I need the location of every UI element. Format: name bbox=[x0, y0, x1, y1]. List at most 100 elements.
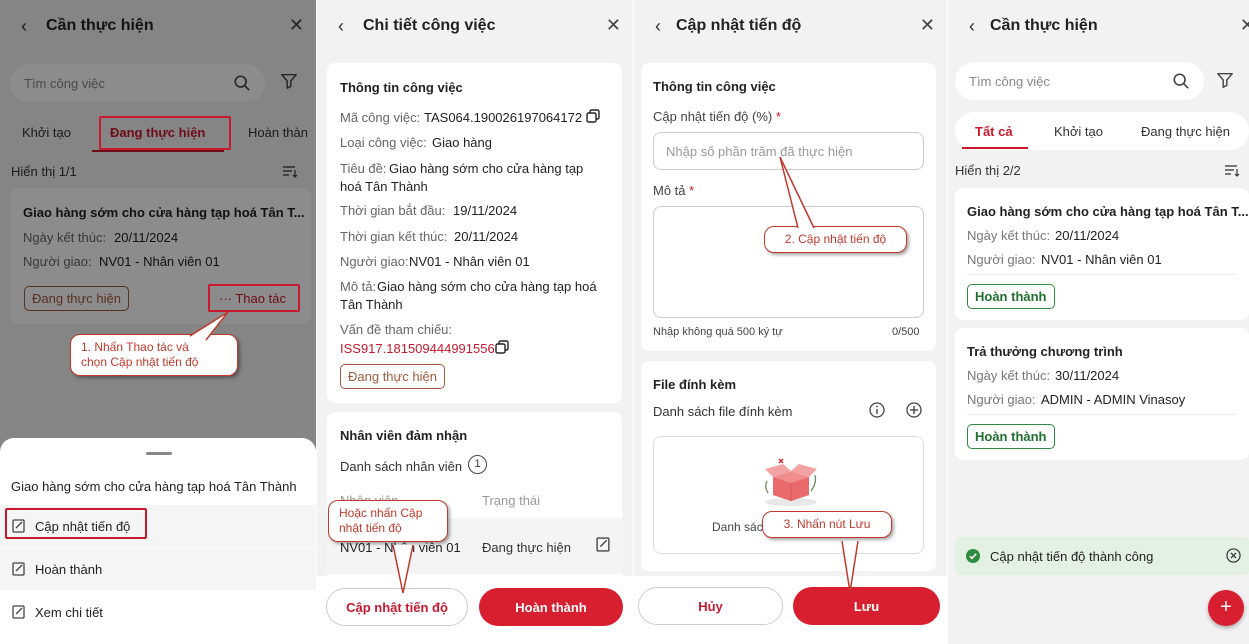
action-sheet: Giao hàng sớm cho cửa hàng tạp hoá Tân T… bbox=[0, 438, 316, 644]
update-progress-button[interactable]: Cập nhật tiến độ bbox=[326, 588, 468, 626]
col-status: Trạng thái bbox=[482, 493, 541, 508]
type-label: Loại công việc: bbox=[340, 135, 427, 150]
divider bbox=[967, 274, 1237, 275]
assigner-label: Người giao: bbox=[340, 254, 409, 269]
info-icon[interactable] bbox=[869, 402, 885, 418]
ref-link[interactable]: ISS917.181509444991556 bbox=[340, 341, 495, 356]
edit-doc-icon bbox=[12, 562, 25, 576]
sheet-handle[interactable] bbox=[146, 452, 172, 455]
sheet-item-label: Hoàn thành bbox=[35, 561, 103, 577]
close-icon[interactable]: ✕ bbox=[920, 15, 935, 36]
search-input[interactable]: Tìm công việc bbox=[955, 62, 1204, 100]
attach-list-label: Danh sách file đính kèm bbox=[653, 404, 793, 419]
search-icon[interactable] bbox=[1172, 72, 1190, 90]
callout-step-2: 2. Cập nhật tiến độ bbox=[764, 226, 907, 253]
success-toast: Cập nhật tiến độ thành công bbox=[955, 537, 1249, 575]
staff-card: Nhân viên đảm nhận Danh sách nhân viên 1… bbox=[327, 412, 622, 582]
copy-icon[interactable] bbox=[586, 109, 600, 123]
end-date-label: Ngày kết thúc: bbox=[967, 228, 1051, 243]
add-circle-icon[interactable] bbox=[906, 402, 922, 418]
tab-tat-ca[interactable]: Tất cả bbox=[975, 124, 1013, 139]
task-card[interactable]: Giao hàng sớm cho cửa hàng tạp hoá Tân T… bbox=[955, 188, 1249, 320]
status-badge: Đang thực hiện bbox=[340, 364, 445, 389]
required-mark: * bbox=[775, 109, 781, 124]
row-status: Đang thực hiện bbox=[482, 540, 571, 555]
desc-textarea[interactable] bbox=[653, 206, 924, 318]
progress-form-card: Thông tin công việc Cập nhật tiến độ (%)… bbox=[641, 63, 936, 351]
tab-khoi-tao[interactable]: Khởi tạo bbox=[1054, 124, 1103, 139]
panel-task-detail: ‹ Chi tiết công việc ✕ Thông tin công vi… bbox=[317, 0, 633, 644]
close-icon[interactable]: ✕ bbox=[606, 15, 621, 36]
sheet-title: Giao hàng sớm cho cửa hàng tạp hoá Tân T… bbox=[11, 479, 297, 494]
save-button[interactable]: Lưu bbox=[793, 587, 940, 625]
highlight-actions-box bbox=[208, 284, 300, 312]
search-placeholder: Tìm công việc bbox=[969, 74, 1050, 89]
tab-dang-thuc-hien[interactable]: Đang thực hiện bbox=[1141, 124, 1230, 139]
task-title: Trả thưởng chương trình bbox=[967, 344, 1123, 359]
section-title: File đính kèm bbox=[653, 377, 737, 392]
attach-empty-text: Danh sác bbox=[712, 520, 763, 534]
attachment-card: File đính kèm Danh sách file đính kèm Da… bbox=[641, 361, 936, 571]
end-date: 20/11/2024 bbox=[1055, 228, 1120, 243]
sheet-item-complete[interactable]: Hoàn thành bbox=[0, 548, 316, 590]
desc-hint: Nhập không quá 500 ký tự bbox=[653, 326, 783, 338]
code-label: Mã công việc: bbox=[340, 110, 421, 125]
assigner-label: Người giao: bbox=[967, 392, 1036, 407]
assigner: NV01 - Nhân viên 01 bbox=[409, 254, 530, 269]
sheet-item-view-detail[interactable]: Xem chi tiết bbox=[0, 591, 316, 633]
back-arrow-icon[interactable]: ‹ bbox=[648, 16, 668, 37]
complete-button[interactable]: Hoàn thành bbox=[479, 588, 623, 626]
task-card[interactable]: Trả thưởng chương trình Ngày kết thúc: 3… bbox=[955, 328, 1249, 460]
add-fab-button[interactable]: + bbox=[1208, 590, 1244, 626]
desc-label: Mô tả * bbox=[653, 183, 694, 198]
staff-list-label: Danh sách nhân viên bbox=[340, 459, 463, 474]
section-title: Nhân viên đảm nhận bbox=[340, 428, 468, 443]
task-title: Giao hàng sớm cho cửa hàng tạp hoá Tân T… bbox=[967, 204, 1249, 219]
cancel-button[interactable]: Hủy bbox=[638, 587, 783, 625]
close-icon[interactable]: ✕ bbox=[1240, 15, 1249, 36]
sheet-item-label: Xem chi tiết bbox=[35, 604, 103, 620]
assigner: NV01 - Nhân viên 01 bbox=[1041, 252, 1162, 267]
close-circle-icon[interactable] bbox=[1226, 548, 1241, 563]
page-title: Cần thực hiện bbox=[990, 17, 1098, 34]
status-badge: Hoàn thành bbox=[967, 424, 1055, 449]
task-subject: Giao hàng sớm cho cửa hàng tạp bbox=[389, 161, 584, 176]
row-staff: NV01 - Nhân viên 01 bbox=[340, 540, 461, 555]
highlight-tab-box bbox=[99, 116, 231, 150]
task-subject-cont: hoá Tân Thành bbox=[340, 179, 428, 194]
start-label: Thời gian bắt đầu: bbox=[340, 203, 446, 218]
ref-label: Vấn đề tham chiếu: bbox=[340, 322, 453, 337]
divider bbox=[967, 414, 1237, 415]
status-badge: Hoàn thành bbox=[967, 284, 1055, 309]
header: ‹ Chi tiết công việc ✕ bbox=[317, 0, 633, 54]
toast-message: Cập nhật tiến độ thành công bbox=[990, 549, 1154, 564]
active-tab-underline bbox=[962, 147, 1028, 149]
filter-icon[interactable] bbox=[1216, 71, 1234, 89]
desc-label-text: Mô tả bbox=[653, 183, 686, 198]
edit-doc-icon bbox=[12, 605, 25, 619]
copy-icon[interactable] bbox=[495, 340, 509, 354]
back-arrow-icon[interactable]: ‹ bbox=[962, 16, 982, 37]
edit-doc-icon[interactable] bbox=[596, 537, 611, 552]
header: ‹ Cần thực hiện ✕ bbox=[948, 0, 1249, 54]
panel-task-list-result: ‹ Cần thực hiện ✕ Tìm công việc Tất cả K… bbox=[948, 0, 1249, 644]
task-desc: Giao hàng sớm cho cửa hàng tạp hoá bbox=[377, 279, 597, 294]
task-code: TAS064.190026197064172 bbox=[424, 110, 583, 125]
progress-placeholder: Nhập số phần trăm đã thực hiện bbox=[666, 144, 853, 159]
header: ‹ Cập nhật tiến độ ✕ bbox=[634, 0, 947, 54]
callout-step-alt: Hoặc nhấn Cập nhật tiến độ bbox=[328, 500, 448, 542]
start-date: 19/11/2024 bbox=[453, 203, 518, 218]
assigner-label: Người giao: bbox=[967, 252, 1036, 267]
end-label: Thời gian kết thúc: bbox=[340, 229, 448, 244]
callout-step-1: 1. Nhấn Thao tác và chọn Cập nhật tiến đ… bbox=[70, 334, 238, 376]
progress-input[interactable]: Nhập số phần trăm đã thực hiện bbox=[653, 132, 924, 170]
desc-counter: 0/500 bbox=[892, 326, 920, 338]
result-count: Hiển thị 2/2 bbox=[955, 163, 1021, 178]
page-title: Cập nhật tiến độ bbox=[676, 17, 802, 34]
end-date-label: Ngày kết thúc: bbox=[967, 368, 1051, 383]
back-arrow-icon[interactable]: ‹ bbox=[331, 16, 351, 37]
highlight-update-item-box bbox=[5, 508, 147, 539]
sort-icon[interactable] bbox=[1224, 164, 1240, 178]
panel-update-progress: ‹ Cập nhật tiến độ ✕ Thông tin công việc… bbox=[634, 0, 947, 644]
section-title: Thông tin công việc bbox=[653, 79, 776, 94]
